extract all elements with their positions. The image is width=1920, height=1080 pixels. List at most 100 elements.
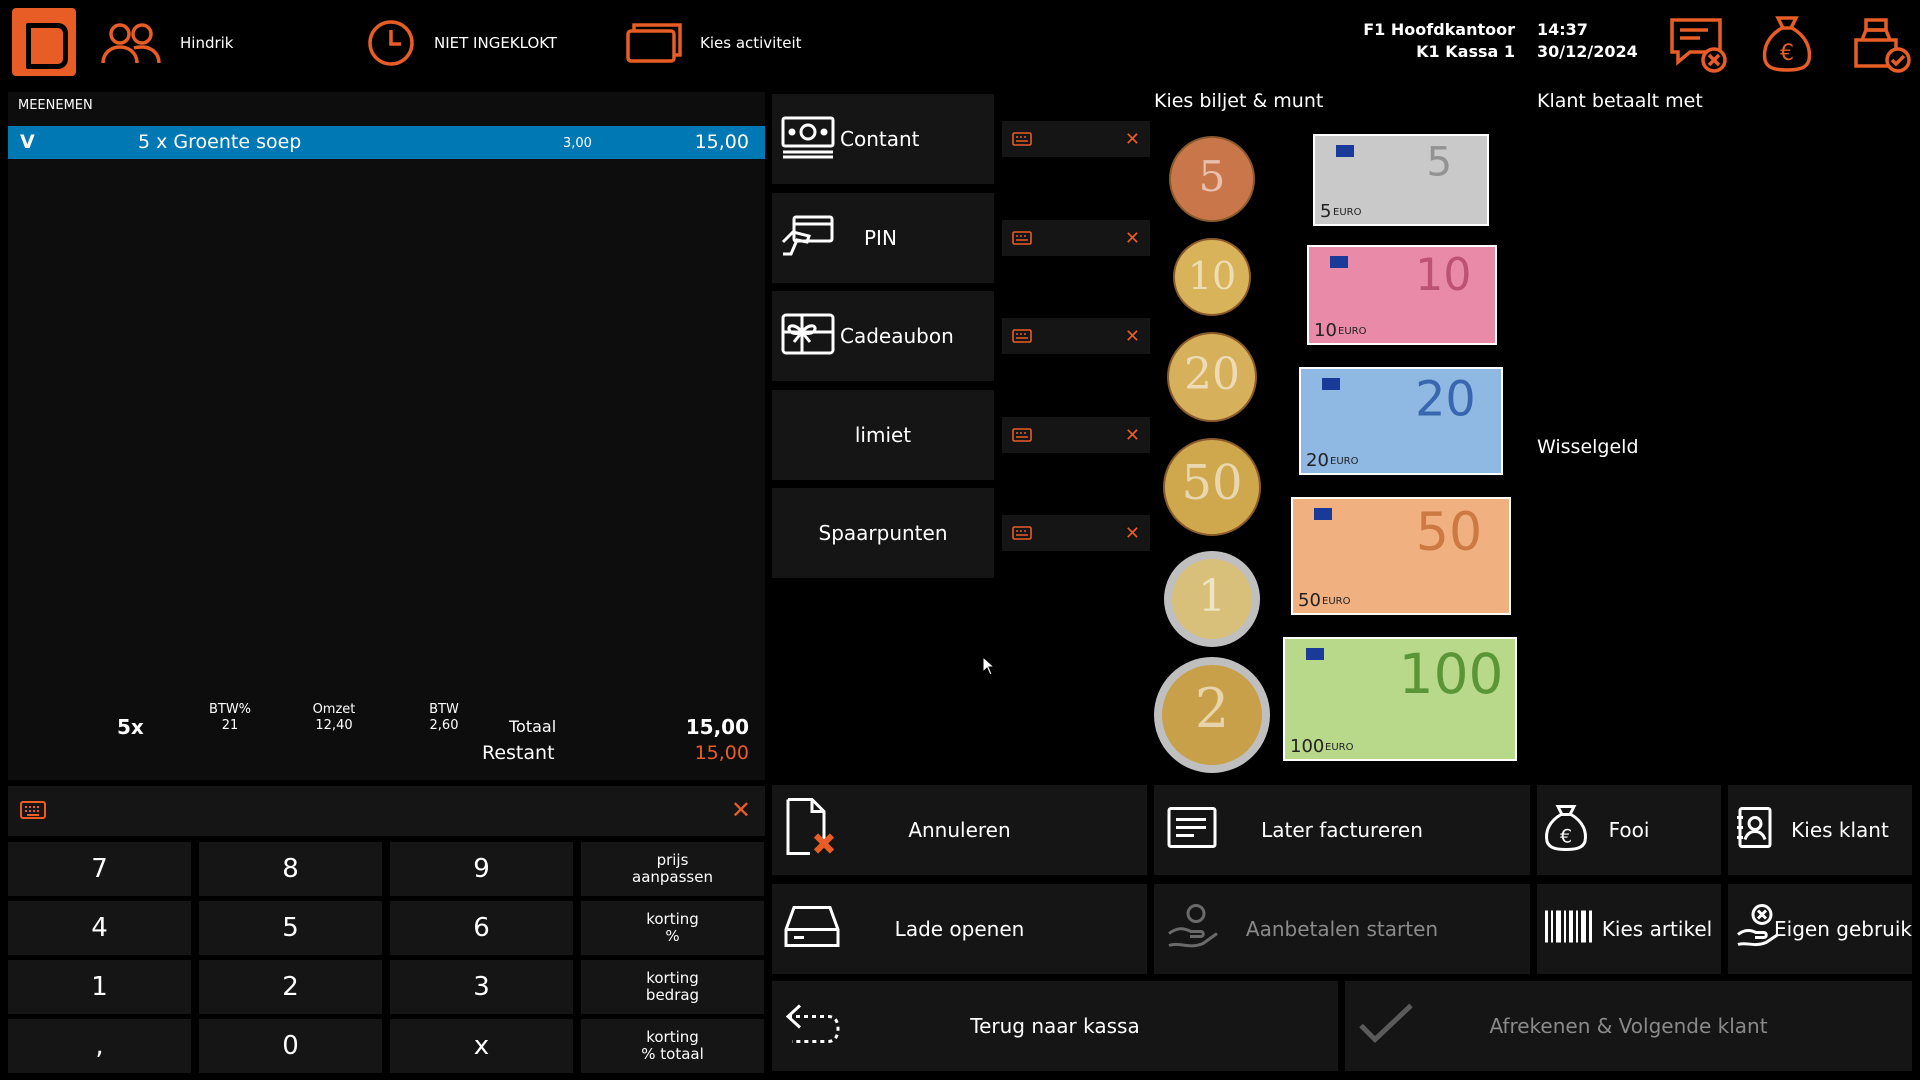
banknote-value: 5 [1426, 138, 1452, 186]
order-type: MEENEMEN [18, 98, 93, 113]
tip-button[interactable]: € Fooi [1537, 785, 1721, 875]
pay-amount-field[interactable]: ✕ [1002, 318, 1150, 354]
coin-5[interactable]: 5 [1169, 136, 1255, 222]
pay-amount-field[interactable]: ✕ [1002, 121, 1150, 157]
time: 14:37 [1537, 20, 1588, 39]
key-2[interactable]: 2 [199, 960, 382, 1014]
invoice-later-button[interactable]: Later factureren [1154, 785, 1530, 875]
key-comma[interactable]: , [8, 1019, 191, 1073]
money-bag-icon[interactable]: € [1760, 14, 1814, 76]
key-multiply[interactable]: x [390, 1019, 573, 1073]
eu-flag-icon [1306, 648, 1324, 660]
numeric-keypad: 7 8 9 prijs aanpassen 4 5 6 korting % 1 2 3 korting… [8, 842, 765, 1075]
clear-icon[interactable]: ✕ [1125, 425, 1140, 446]
banknote-corner-value: 20 [1306, 450, 1329, 471]
clear-icon[interactable]: ✕ [1125, 129, 1140, 150]
start-deposit-button[interactable]: Aanbetalen starten [1154, 884, 1530, 974]
key-discount-pct[interactable]: korting % [581, 901, 764, 955]
activity-button[interactable]: Kies activiteit [626, 0, 802, 85]
banknote-value: 100 [1399, 642, 1504, 706]
pay-amount-field[interactable]: ✕ [1002, 220, 1150, 256]
banknote-50[interactable]: 5050 EURO [1291, 497, 1511, 615]
own-use-button[interactable]: Eigen gebruik [1728, 884, 1912, 974]
keyboard-icon[interactable] [1012, 131, 1032, 150]
banknote-5[interactable]: 55 EURO [1313, 134, 1489, 226]
keyboard-icon[interactable] [1012, 328, 1032, 347]
clock-in-button[interactable]: NIET INGEKLOKT [366, 0, 557, 85]
coin-10[interactable]: 10 [1173, 238, 1251, 316]
customer-pays-title: Klant betaalt met [1537, 90, 1703, 112]
pay-pin-button[interactable]: PIN [772, 193, 994, 283]
banknote-100[interactable]: 100100 EURO [1283, 637, 1517, 761]
key-4[interactable]: 4 [8, 901, 191, 955]
svg-text:€: € [1780, 41, 1794, 66]
banknote-corner-value: 5 [1320, 201, 1331, 222]
checkout-next-label: Afrekenen & Volgende klant [1489, 1014, 1768, 1038]
key-6[interactable]: 6 [390, 901, 573, 955]
eu-flag-icon [1322, 378, 1340, 390]
card-icon [780, 214, 840, 263]
coin-50[interactable]: 50 [1163, 438, 1261, 536]
clear-icon[interactable]: ✕ [1125, 326, 1140, 347]
clear-icon[interactable]: ✕ [1125, 228, 1140, 249]
key-0[interactable]: 0 [199, 1019, 382, 1073]
line-total: 15,00 [694, 131, 749, 153]
pay-giftcard-label: Cadeaubon [840, 324, 954, 348]
keyboard-icon[interactable] [1012, 525, 1032, 544]
keyboard-icon[interactable] [20, 801, 46, 823]
key-discount-amount[interactable]: korting bedrag [581, 960, 764, 1014]
clock-status: NIET INGEKLOKT [434, 33, 558, 52]
choose-customer-button[interactable]: Kies klant [1728, 785, 1912, 875]
line-description: 5 x Groente soep [138, 131, 302, 153]
key-7[interactable]: 7 [8, 842, 191, 896]
app-logo[interactable] [12, 8, 76, 76]
checkout-next-button[interactable]: Afrekenen & Volgende klant [1345, 981, 1912, 1071]
register-check-icon[interactable] [1852, 16, 1912, 78]
key-1[interactable]: 1 [8, 960, 191, 1014]
banknote-10[interactable]: 1010 EURO [1307, 245, 1497, 345]
banknote-currency: EURO [1333, 207, 1362, 218]
key-discount-total-pct[interactable]: korting % totaal [581, 1019, 764, 1073]
totaal-value: 15,00 [685, 715, 749, 739]
coin-1[interactable]: 1 [1164, 551, 1260, 647]
coin-20[interactable]: 20 [1167, 332, 1257, 422]
pay-cash-button[interactable]: Contant [772, 94, 994, 184]
banknote-20[interactable]: 2020 EURO [1299, 367, 1503, 475]
gift-card-icon [780, 312, 840, 361]
clear-icon[interactable]: ✕ [731, 796, 751, 824]
pay-points-button[interactable]: Spaarpunten [772, 488, 994, 578]
order-totals: 5x BTW% 21 Omzet 12,40 BTW 2,60 Totaal 1… [8, 702, 765, 780]
pay-amount-field[interactable]: ✕ [1002, 417, 1150, 453]
choose-article-button[interactable]: Kies artikel [1537, 884, 1721, 974]
key-9[interactable]: 9 [390, 842, 573, 896]
tip-label: Fooi [1608, 818, 1650, 842]
change-title: Wisselgeld [1537, 436, 1639, 458]
line-unit-price: 3,00 [563, 136, 592, 151]
key-8[interactable]: 8 [199, 842, 382, 896]
user-button[interactable]: Hindrik [100, 0, 234, 85]
coin-2[interactable]: 2 [1154, 657, 1270, 773]
pay-limit-button[interactable]: limiet [772, 390, 994, 480]
key-price-adjust[interactable]: prijs aanpassen [581, 842, 764, 896]
key-5[interactable]: 5 [199, 901, 382, 955]
activity-icon [626, 21, 682, 65]
banknote-value: 50 [1416, 503, 1482, 563]
cash-icon [780, 115, 840, 164]
order-line[interactable]: V 5 x Groente soep 3,00 15,00 [8, 126, 765, 159]
keyboard-icon[interactable] [1012, 427, 1032, 446]
open-drawer-button[interactable]: Lade openen [772, 884, 1147, 974]
cancel-message-icon[interactable] [1668, 16, 1730, 78]
cancel-button[interactable]: Annuleren [772, 785, 1147, 875]
pay-limit-label: limiet [854, 423, 912, 447]
clear-icon[interactable]: ✕ [1125, 523, 1140, 544]
amount-input[interactable]: ✕ [8, 786, 765, 836]
btw: BTW 2,60 [414, 702, 474, 734]
pay-amount-field[interactable]: ✕ [1002, 515, 1150, 551]
back-to-register-button[interactable]: Terug naar kassa [772, 981, 1338, 1071]
date: 30/12/2024 [1537, 42, 1638, 61]
coin-value: 50 [1181, 455, 1242, 511]
key-3[interactable]: 3 [390, 960, 573, 1014]
btw-label: BTW [429, 702, 459, 717]
pay-giftcard-button[interactable]: Cadeaubon [772, 291, 994, 381]
keyboard-icon[interactable] [1012, 230, 1032, 249]
